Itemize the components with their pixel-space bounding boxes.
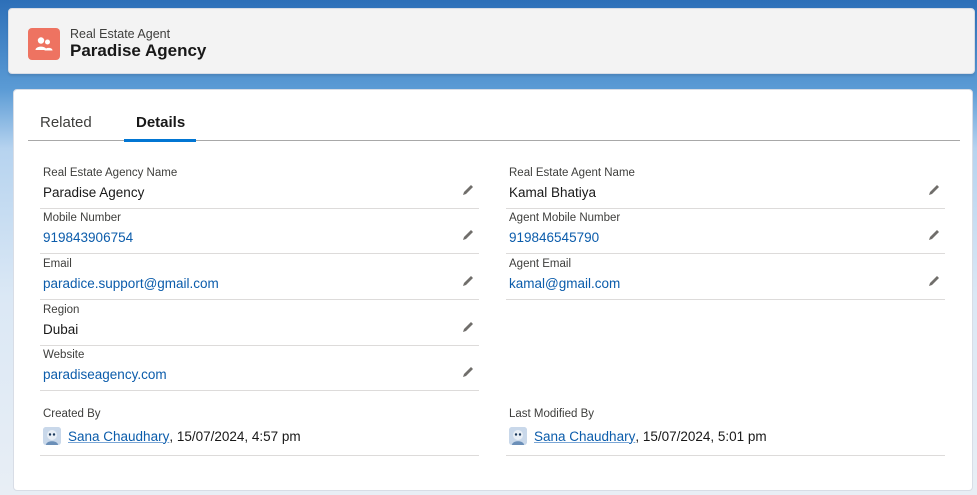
pencil-icon[interactable] <box>461 274 475 288</box>
active-tab-indicator <box>124 139 196 142</box>
modified-timestamp: , 15/07/2024, 5:01 pm <box>635 428 767 444</box>
field-last-modified-by: Last Modified By Sana Chaudhary, 15/07/2… <box>506 404 945 456</box>
field-value: Kamal Bhatiya <box>509 185 597 200</box>
field-label: Region <box>43 304 80 316</box>
email-link[interactable]: kamal@gmail.com <box>509 276 620 291</box>
field-agent-email: Agent Email kamal@gmail.com <box>506 254 945 300</box>
field-value: Dubai <box>43 322 79 337</box>
field-website: Website paradiseagency.com <box>40 345 479 391</box>
phone-link[interactable]: 919846545790 <box>509 230 599 245</box>
user-link[interactable]: Sana Chaudhary <box>534 429 635 444</box>
pencil-icon[interactable] <box>461 183 475 197</box>
created-by-value: Sana Chaudhary, 15/07/2024, 4:57 pm <box>43 427 301 445</box>
created-timestamp: , 15/07/2024, 4:57 pm <box>169 428 301 444</box>
field-label: Website <box>43 349 85 361</box>
details-card: Related Details Real Estate Agency Name … <box>13 89 973 491</box>
field-email: Email paradice.support@gmail.com <box>40 254 479 300</box>
field-created-by: Created By Sana Chaudhary, 15/07/2024, 4… <box>40 404 479 456</box>
avatar <box>43 427 61 445</box>
field-label: Real Estate Agency Name <box>43 167 178 179</box>
object-type-label: Real Estate Agent <box>70 27 171 41</box>
field-label: Agent Mobile Number <box>509 212 621 224</box>
modified-by-value: Sana Chaudhary, 15/07/2024, 5:01 pm <box>509 427 767 445</box>
record-title: Paradise Agency <box>70 41 207 60</box>
field-label: Mobile Number <box>43 212 121 224</box>
record-header: Real Estate Agent Paradise Agency <box>8 8 975 74</box>
people-icon <box>28 28 60 60</box>
pencil-icon[interactable] <box>461 365 475 379</box>
pencil-icon[interactable] <box>927 274 941 288</box>
pencil-icon[interactable] <box>927 183 941 197</box>
tab-bar: Related Details <box>28 104 960 142</box>
field-agent-name: Real Estate Agent Name Kamal Bhatiya <box>506 163 945 209</box>
phone-link[interactable]: 919843906754 <box>43 230 133 245</box>
field-region: Region Dubai <box>40 300 479 346</box>
user-link[interactable]: Sana Chaudhary <box>68 429 169 444</box>
pencil-icon[interactable] <box>461 320 475 334</box>
pencil-icon[interactable] <box>927 228 941 242</box>
field-label: Real Estate Agent Name <box>509 167 635 179</box>
email-link[interactable]: paradice.support@gmail.com <box>43 276 219 291</box>
field-agency-name: Real Estate Agency Name Paradise Agency <box>40 163 479 209</box>
avatar <box>509 427 527 445</box>
field-label: Last Modified By <box>509 408 595 420</box>
field-label: Created By <box>43 408 101 420</box>
field-value: Paradise Agency <box>43 185 145 200</box>
field-agent-mobile: Agent Mobile Number 919846545790 <box>506 208 945 254</box>
field-mobile-number: Mobile Number 919843906754 <box>40 208 479 254</box>
field-label: Email <box>43 258 72 270</box>
tab-details[interactable]: Details <box>136 114 185 131</box>
field-label: Agent Email <box>509 258 572 270</box>
tab-related[interactable]: Related <box>40 114 92 131</box>
pencil-icon[interactable] <box>461 228 475 242</box>
website-link[interactable]: paradiseagency.com <box>43 367 167 382</box>
